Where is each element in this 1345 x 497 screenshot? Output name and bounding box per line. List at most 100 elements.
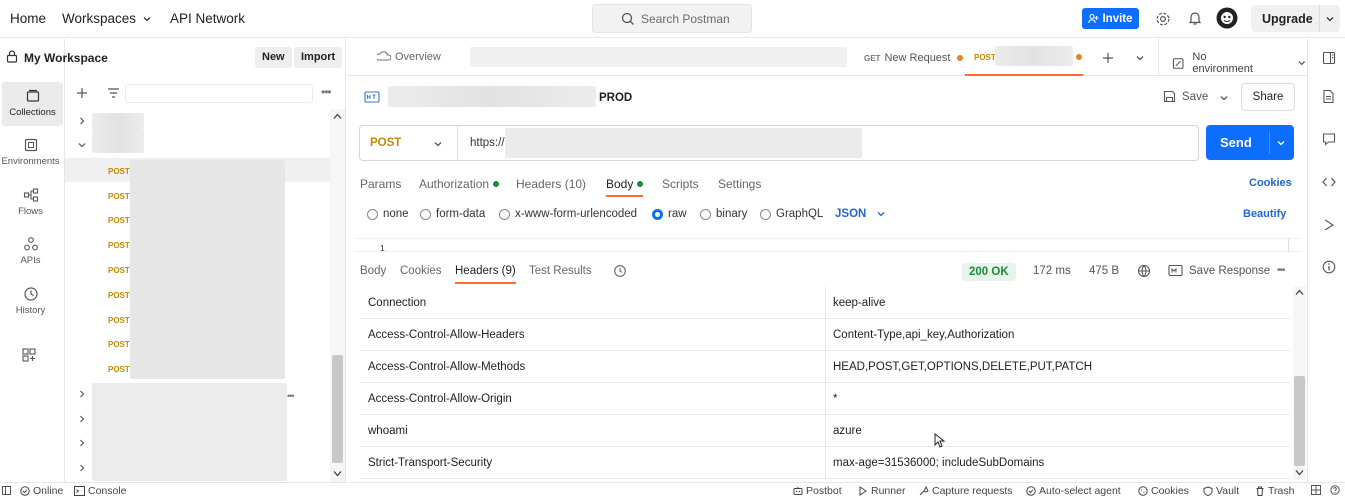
- cookies-link[interactable]: Cookies: [1249, 177, 1292, 189]
- radio-raw[interactable]: raw: [652, 208, 687, 220]
- rail-item-environments[interactable]: Environments: [0, 131, 61, 175]
- tab-new-request[interactable]: GET New Request: [864, 52, 963, 64]
- agent-selector[interactable]: Auto-select agent: [1026, 485, 1121, 497]
- help-icon[interactable]: [1330, 485, 1340, 495]
- documentation-icon[interactable]: [1322, 89, 1335, 104]
- header-value[interactable]: azure: [833, 425, 862, 437]
- bell-icon[interactable]: [1187, 10, 1203, 26]
- scroll-down-icon[interactable]: [1295, 469, 1304, 476]
- code-icon[interactable]: [1322, 176, 1336, 188]
- radio-form-data[interactable]: form-data: [420, 208, 485, 220]
- more-icon[interactable]: •••: [321, 85, 332, 99]
- postbot-button[interactable]: Postbot: [793, 485, 842, 497]
- history-icon[interactable]: [613, 264, 627, 278]
- response-size[interactable]: 475 B: [1089, 265, 1119, 277]
- api-network-link[interactable]: API Network: [170, 11, 245, 26]
- tab-overview[interactable]: Overview: [377, 51, 441, 63]
- format-select[interactable]: JSON: [835, 208, 886, 220]
- header-key[interactable]: Access-Control-Allow-Methods: [368, 361, 525, 373]
- tab-params[interactable]: Params: [360, 177, 401, 191]
- sidebar-scrollbar[interactable]: [330, 109, 345, 482]
- workspace-name[interactable]: My Workspace: [24, 51, 108, 65]
- tab-body[interactable]: Body: [606, 177, 644, 197]
- header-key[interactable]: whoami: [368, 425, 408, 437]
- runner-button[interactable]: Runner: [858, 485, 905, 497]
- chevron-down-icon[interactable]: [433, 139, 443, 149]
- header-value[interactable]: *: [833, 393, 837, 405]
- header-key[interactable]: Access-Control-Allow-Headers: [368, 329, 525, 341]
- new-button[interactable]: New: [255, 47, 292, 68]
- home-link[interactable]: Home: [10, 11, 46, 26]
- filter-icon[interactable]: [107, 87, 120, 99]
- rail-item-flows[interactable]: Flows: [0, 181, 61, 225]
- header-key[interactable]: Connection: [368, 297, 426, 309]
- import-button[interactable]: Import: [294, 47, 343, 68]
- upgrade-button[interactable]: Upgrade: [1251, 5, 1340, 32]
- tab-redacted[interactable]: [470, 47, 847, 67]
- response-tab-body[interactable]: Body: [360, 265, 386, 277]
- rail-item-apis[interactable]: APIs: [0, 230, 61, 274]
- gear-icon[interactable]: [1155, 11, 1171, 27]
- more-icon[interactable]: •••: [1277, 265, 1285, 276]
- chevron-down-icon[interactable]: [1219, 93, 1229, 103]
- add-tab-icon[interactable]: [1102, 52, 1114, 64]
- environment-selector[interactable]: No environment: [1172, 51, 1307, 75]
- capture-requests-button[interactable]: Capture requests: [919, 485, 1013, 497]
- header-value[interactable]: HEAD,POST,GET,OPTIONS,DELETE,PUT,PATCH: [833, 361, 1092, 373]
- chevron-right-icon[interactable]: [78, 464, 86, 472]
- header-value[interactable]: keep-alive: [833, 297, 885, 309]
- radio-none[interactable]: none: [367, 208, 409, 220]
- status-badge[interactable]: 200 OK: [962, 263, 1016, 281]
- response-time[interactable]: 172 ms: [1033, 265, 1071, 277]
- tab-scripts[interactable]: Scripts: [662, 177, 699, 191]
- beautify-button[interactable]: Beautify: [1243, 208, 1286, 220]
- sidebar-search-input[interactable]: [125, 84, 313, 103]
- related-icon[interactable]: [1323, 218, 1335, 232]
- response-tab-test-results[interactable]: Test Results: [529, 265, 592, 277]
- body-editor[interactable]: 1: [356, 238, 1301, 253]
- radio-graphql[interactable]: GraphQL: [760, 208, 823, 220]
- tab-authorization[interactable]: Authorization: [419, 177, 500, 191]
- trash-button[interactable]: Trash: [1255, 485, 1294, 497]
- response-tab-headers[interactable]: Headers (9): [455, 265, 516, 284]
- workspaces-menu[interactable]: Workspaces: [62, 11, 152, 26]
- scroll-thumb[interactable]: [332, 355, 343, 463]
- scroll-up-icon[interactable]: [1295, 289, 1304, 296]
- avatar[interactable]: [1216, 7, 1238, 29]
- chevron-right-icon[interactable]: [78, 117, 86, 125]
- add-icon[interactable]: [76, 87, 88, 99]
- layout-icon[interactable]: [1311, 485, 1321, 495]
- scroll-up-icon[interactable]: [333, 113, 342, 120]
- rail-item-collections[interactable]: Collections: [2, 82, 63, 126]
- url-input[interactable]: https://: [470, 137, 505, 149]
- chevron-right-icon[interactable]: [78, 415, 86, 423]
- chevron-right-icon[interactable]: [78, 439, 86, 447]
- info-icon[interactable]: [1322, 260, 1336, 274]
- console-button[interactable]: Console: [74, 485, 127, 497]
- method-select[interactable]: POST: [370, 137, 401, 149]
- send-button[interactable]: Send: [1206, 125, 1294, 160]
- radio-binary[interactable]: binary: [700, 208, 747, 220]
- layout-icon[interactable]: [2, 486, 11, 495]
- radio-urlencoded[interactable]: x-www-form-urlencoded: [499, 208, 637, 220]
- save-button[interactable]: Save: [1163, 90, 1208, 103]
- request-name-suffix[interactable]: PROD: [599, 92, 632, 104]
- sidebar-toggle-icon[interactable]: [1322, 51, 1336, 65]
- scroll-down-icon[interactable]: [333, 470, 342, 477]
- header-value[interactable]: max-age=31536000; includeSubDomains: [833, 457, 1044, 469]
- save-response-button[interactable]: Save Response: [1168, 264, 1270, 277]
- cookies-button[interactable]: Cookies: [1138, 485, 1189, 497]
- tab-post-active[interactable]: POST: [965, 39, 1083, 76]
- header-key[interactable]: Strict-Transport-Security: [368, 457, 492, 469]
- vault-button[interactable]: Vault: [1203, 485, 1239, 497]
- chevron-right-icon[interactable]: [78, 390, 86, 398]
- globe-icon[interactable]: [1137, 264, 1151, 278]
- response-scrollbar[interactable]: [1293, 286, 1306, 480]
- add-workbench-icon[interactable]: [21, 347, 37, 363]
- chevron-down-icon[interactable]: [78, 141, 86, 149]
- header-value[interactable]: Content-Type,api_key,Authorization: [833, 329, 1014, 341]
- scroll-thumb[interactable]: [1294, 376, 1305, 466]
- invite-button[interactable]: Invite: [1082, 8, 1139, 29]
- search-box[interactable]: Search Postman: [592, 4, 752, 33]
- share-button[interactable]: Share: [1241, 83, 1295, 111]
